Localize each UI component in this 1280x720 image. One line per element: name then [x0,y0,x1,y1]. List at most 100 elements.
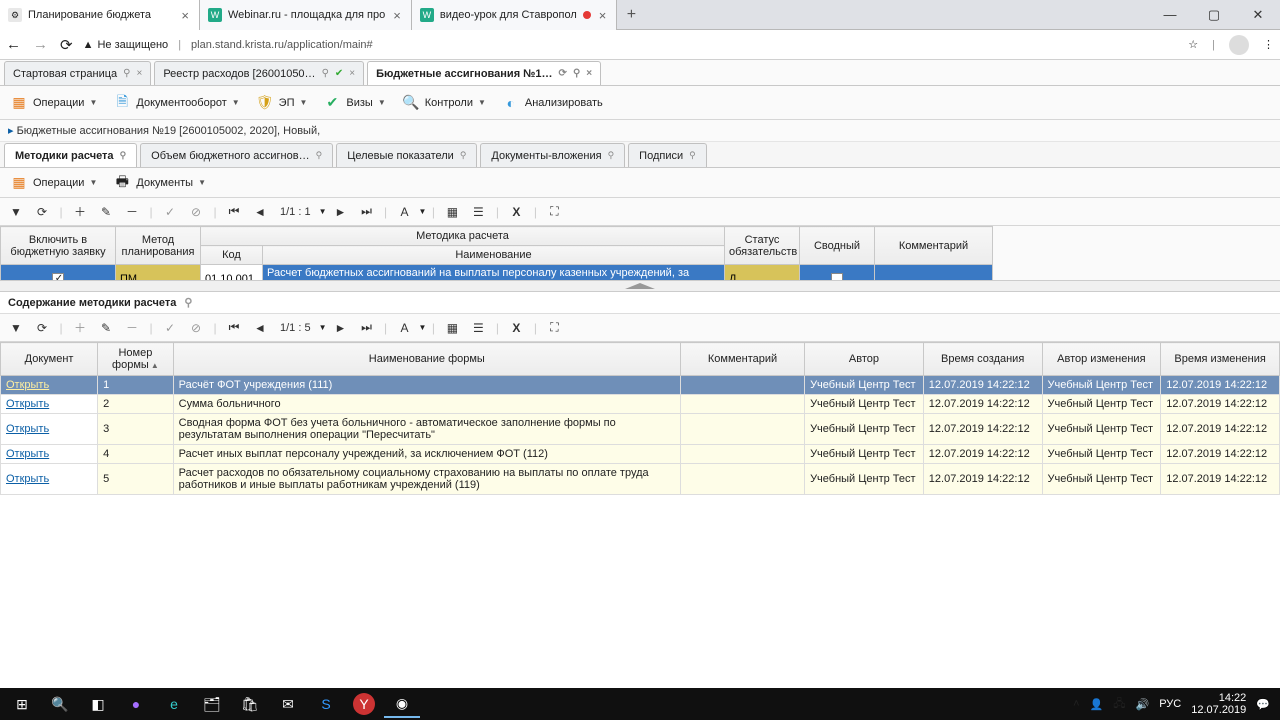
taskbar-yandex[interactable]: Y [353,693,375,715]
tray-chevron-icon[interactable]: ˄ [1073,698,1079,710]
tray-lang[interactable]: РУС [1159,698,1181,710]
open-link[interactable]: Открыть [6,379,49,391]
view-grid-button[interactable]: ▦ [440,317,464,339]
pin-icon[interactable]: ⚲ [120,150,127,161]
splitter[interactable] [0,280,1280,292]
next-page-button[interactable]: ► [329,317,353,339]
include-checkbox[interactable] [52,273,64,280]
star-icon[interactable]: ☆ [1188,38,1198,51]
col-created[interactable]: Время создания [923,343,1042,376]
grid2-row[interactable]: Открыть5Расчет расходов по обязательному… [1,464,1280,495]
new-tab-button[interactable]: + [617,0,645,29]
close-icon[interactable]: × [136,68,142,79]
tray-people-icon[interactable]: 👤 [1090,698,1104,711]
open-link[interactable]: Открыть [6,473,49,485]
edit-button[interactable]: ✎ [94,317,118,339]
col-change-author[interactable]: Автор изменения [1042,343,1161,376]
col-changed[interactable]: Время изменения [1161,343,1280,376]
reload-button[interactable]: ⟳ [60,36,73,54]
forward-button[interactable]: → [33,36,48,53]
controls-menu[interactable]: 🔍Контроли▼ [396,89,492,117]
col-form-number[interactable]: Номер формы▲ [98,343,174,376]
view-list-button[interactable]: ☰ [466,201,490,223]
docflow-menu[interactable]: 🗎Документооборот▼ [107,89,245,117]
first-page-button[interactable]: ⏮ [222,317,246,339]
refresh-button[interactable]: ⟳ [30,317,54,339]
close-button[interactable]: ✕ [1236,0,1280,29]
refresh-button[interactable]: ⟳ [30,201,54,223]
pin-icon[interactable]: ⚲ [316,150,323,161]
last-page-button[interactable]: ⏭ [355,201,379,223]
close-icon[interactable]: × [597,8,609,23]
prev-page-button[interactable]: ◄ [248,201,272,223]
taskbar-chrome[interactable]: ◉ [384,690,420,718]
col-group-method[interactable]: Методика расчета [201,227,725,246]
remove-button[interactable]: － [120,201,144,223]
col-document[interactable]: Документ [1,343,98,376]
col-svod[interactable]: Сводный [800,227,875,265]
grid2-row[interactable]: Открыть2Сумма больничногоУчебный Центр Т… [1,395,1280,414]
taskbar-skype[interactable]: S [308,690,344,718]
reject-button[interactable]: ⊘ [184,201,208,223]
clear-button[interactable]: X [504,317,528,339]
grid2-row[interactable]: Открыть1Расчёт ФОТ учреждения (111)Учебн… [1,376,1280,395]
taskview-button[interactable]: ◧ [80,690,116,718]
next-page-button[interactable]: ► [329,201,353,223]
taskbar-store[interactable]: 🛍 [232,690,268,718]
browser-tab[interactable]: W Webinar.ru - площадка для про × [200,0,412,30]
grid2-row[interactable]: Открыть4Расчет иных выплат персоналу учр… [1,445,1280,464]
documents-menu[interactable]: 🖶Документы▼ [107,169,212,197]
col-code[interactable]: Код [201,246,263,265]
sub-operations-menu[interactable]: ▦Операции▼ [4,169,103,197]
analyze-button[interactable]: ◐Анализировать [496,89,609,117]
tray-network-icon[interactable]: 🖧 [1113,695,1125,714]
close-icon[interactable]: × [391,8,403,23]
taskbar-explorer[interactable]: 🗂 [194,690,230,718]
app-tab-start[interactable]: Стартовая страница ⚲ × [4,61,151,85]
subtab-targets[interactable]: Целевые показатели⚲ [336,143,477,167]
pin-icon[interactable]: ⚲ [322,68,329,79]
menu-icon[interactable]: ⋮ [1263,38,1274,51]
col-include[interactable]: Включить в бюджетную заявку [1,227,116,265]
url-text[interactable]: plan.stand.krista.ru/application/main# [191,39,373,51]
pin-icon[interactable]: ⚲ [573,68,580,79]
tray-notifications-icon[interactable]: 💬 [1256,698,1270,711]
view-list-button[interactable]: ☰ [466,317,490,339]
grid2-row[interactable]: Открыть3Сводная форма ФОТ без учета боль… [1,414,1280,445]
col-comment[interactable]: Комментарий [680,343,804,376]
sort-button[interactable]: A [393,317,417,339]
pin-icon[interactable]: ⚲ [184,296,192,309]
col-comment[interactable]: Комментарий [875,227,993,265]
pin-icon[interactable]: ⚲ [608,150,615,161]
filter-button[interactable]: ▼ [4,201,28,223]
maximize-button[interactable]: ▢ [1192,0,1236,29]
taskbar-edge[interactable]: e [156,690,192,718]
pin-icon[interactable]: ⚲ [460,150,467,161]
browser-tab[interactable]: ⚙ Планирование бюджета × [0,0,200,30]
last-page-button[interactable]: ⏭ [355,317,379,339]
visas-menu[interactable]: ✔Визы▼ [317,89,391,117]
operations-menu[interactable]: ▦Операции▼ [4,89,103,117]
tray-clock[interactable]: 14:22 12.07.2019 [1191,692,1246,716]
first-page-button[interactable]: ⏮ [222,201,246,223]
col-form-name[interactable]: Наименование формы [173,343,680,376]
add-button[interactable]: ＋ [68,201,92,223]
subtab-signs[interactable]: Подписи⚲ [628,143,707,167]
subtab-attachments[interactable]: Документы-вложения⚲ [480,143,625,167]
minimize-button[interactable]: — [1148,0,1192,29]
col-author[interactable]: Автор [805,343,924,376]
app-tab-assignments[interactable]: Бюджетные ассигнования №1… ⟳ ⚲ × [367,61,601,85]
search-button[interactable]: 🔍 [42,690,78,718]
accept-button[interactable]: ✓ [158,201,182,223]
col-method[interactable]: Метод планирования [116,227,201,265]
pin-icon[interactable]: ⚲ [689,150,696,161]
refresh-icon[interactable]: ⟳ [559,68,567,79]
clear-button[interactable]: X [504,201,528,223]
browser-tab[interactable]: W видео-урок для Ставропол × [412,0,618,30]
col-status[interactable]: Статус обязательств [725,227,800,265]
prev-page-button[interactable]: ◄ [248,317,272,339]
close-icon[interactable]: × [586,68,592,79]
col-name[interactable]: Наименование [263,246,725,265]
reject-button[interactable]: ⊘ [184,317,208,339]
edit-button[interactable]: ✎ [94,201,118,223]
